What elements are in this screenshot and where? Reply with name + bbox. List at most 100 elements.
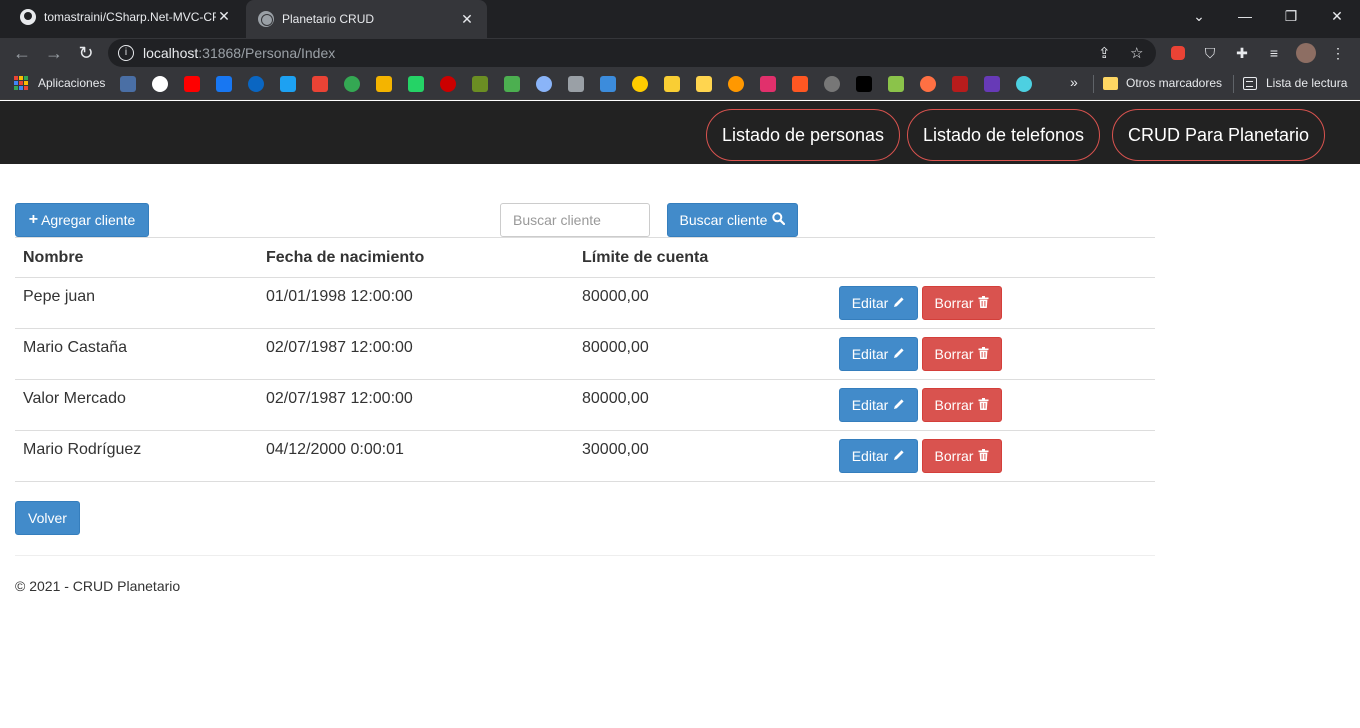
edit-label: Editar <box>851 295 889 311</box>
nav-listado-personas[interactable]: Listado de personas <box>706 109 900 161</box>
plus-icon: + <box>28 211 39 228</box>
site-info-icon[interactable]: i <box>118 45 134 61</box>
edit-button[interactable]: Editar <box>839 388 918 422</box>
pencil-icon <box>893 449 905 464</box>
bookmark-favicon-icon[interactable] <box>152 76 168 92</box>
delete-button[interactable]: Borrar <box>922 439 1002 473</box>
minimize-window-icon[interactable]: — <box>1222 0 1268 32</box>
browser-toolbar: ← → ↻ i localhost:31868/Persona/Index ⇪ … <box>0 38 1360 68</box>
bookmark-favicon-icon[interactable] <box>792 76 808 92</box>
bookmark-favicon-icon[interactable] <box>344 76 360 92</box>
profile-avatar[interactable] <box>1296 43 1316 63</box>
close-window-icon[interactable]: ✕ <box>1314 0 1360 32</box>
edit-button[interactable]: Editar <box>839 337 918 371</box>
cell-limite: 80000,00 <box>582 390 649 407</box>
bookmark-favicon-icon[interactable] <box>664 76 680 92</box>
restore-window-icon[interactable]: ❐ <box>1268 0 1314 32</box>
bookmark-favicon-icon[interactable] <box>696 76 712 92</box>
reload-icon[interactable]: ↻ <box>74 41 98 65</box>
delete-label: Borrar <box>934 448 974 464</box>
bookmark-favicon-icon[interactable] <box>888 76 904 92</box>
back-arrow-icon[interactable]: ← <box>10 41 34 65</box>
browser-tab-github[interactable]: tomastraini/CSharp.Net-MVC-CR ✕ <box>8 0 244 33</box>
browser-tab-planetario[interactable]: Planetario CRUD ✕ <box>246 0 487 38</box>
delete-label: Borrar <box>934 397 974 413</box>
bookmark-favicon-icon[interactable] <box>376 76 392 92</box>
bookmark-favicon-icon[interactable] <box>984 76 1000 92</box>
cell-nombre: Mario Rodríguez <box>23 441 142 458</box>
bookmark-favicon-icon[interactable] <box>632 76 648 92</box>
bookmark-favicon-icon[interactable] <box>728 76 744 92</box>
search-client-button[interactable]: Buscar cliente <box>667 203 798 237</box>
address-bar[interactable]: i localhost:31868/Persona/Index ⇪ ☆ <box>108 39 1156 67</box>
bookmark-favicon-icon[interactable] <box>280 76 296 92</box>
extensions-puzzle-icon[interactable]: ✚ <box>1232 43 1252 63</box>
table-header-row: Nombre Fecha de nacimiento Límite de cue… <box>15 238 1155 278</box>
bookmark-star-icon[interactable]: ☆ <box>1130 44 1143 62</box>
apps-label: Aplicaciones <box>38 76 106 90</box>
bookmark-favicon-icon[interactable] <box>824 76 840 92</box>
delete-label: Borrar <box>934 295 974 311</box>
search-icon <box>772 212 786 228</box>
column-header-limite: Límite de cuenta <box>582 249 709 266</box>
forward-arrow-icon[interactable]: → <box>42 41 66 65</box>
url-path: :31868/Persona/Index <box>198 45 336 61</box>
bookmark-favicon-icon[interactable] <box>248 76 264 92</box>
delete-button[interactable]: Borrar <box>922 337 1002 371</box>
trash-icon <box>978 448 989 464</box>
trash-icon <box>978 397 989 413</box>
bookmark-favicon-icon[interactable] <box>760 76 776 92</box>
browser-menu-icon[interactable]: ⋮ <box>1328 43 1348 63</box>
nav-crud-planetario[interactable]: CRUD Para Planetario <box>1112 109 1325 161</box>
site-navbar: Listado de personas Listado de telefonos… <box>0 101 1360 164</box>
bookmark-separator <box>1093 75 1094 93</box>
nav-listado-telefonos[interactable]: Listado de telefonos <box>907 109 1100 161</box>
bookmark-favicon-icon[interactable] <box>440 76 456 92</box>
search-client-label: Buscar cliente <box>679 212 768 228</box>
media-control-icon[interactable]: ≡ <box>1264 43 1284 63</box>
bookmark-favicon-icon[interactable] <box>408 76 424 92</box>
bookmark-favicon-icon[interactable] <box>312 76 328 92</box>
tab-title: Planetario CRUD <box>282 12 375 26</box>
bookmark-favicon-icon[interactable] <box>856 76 872 92</box>
pencil-icon <box>893 347 905 362</box>
bookmark-favicon-icon[interactable] <box>216 76 232 92</box>
table-row: Mario Rodríguez 04/12/2000 0:00:01 30000,0… <box>15 431 1155 482</box>
cell-nombre: Mario Castaña <box>23 339 128 356</box>
extension-lock-icon[interactable] <box>1168 43 1188 63</box>
more-bookmarks-chevron-icon[interactable]: » <box>1070 74 1078 90</box>
extension-shield-icon[interactable]: ⛉ <box>1200 43 1220 63</box>
tab-search-chevron-icon[interactable]: ⌄ <box>1176 0 1222 32</box>
cell-fecha: 04/12/2000 0:00:01 <box>266 441 404 458</box>
close-tab-icon[interactable]: ✕ <box>459 11 475 28</box>
share-icon[interactable]: ⇪ <box>1098 44 1111 62</box>
bookmark-other-folder[interactable]: Otros marcadores <box>1103 76 1222 90</box>
close-tab-icon[interactable]: ✕ <box>216 8 232 25</box>
search-client-input[interactable] <box>500 203 650 237</box>
reading-list[interactable]: Lista de lectura <box>1243 76 1347 90</box>
back-button[interactable]: Volver <box>15 501 80 535</box>
bookmark-favicon-icon[interactable] <box>472 76 488 92</box>
edit-button[interactable]: Editar <box>839 286 918 320</box>
pencil-icon <box>893 296 905 311</box>
delete-button[interactable]: Borrar <box>922 286 1002 320</box>
url-text: localhost:31868/Persona/Index <box>143 45 335 61</box>
bookmark-favicon-icon[interactable] <box>1016 76 1032 92</box>
cell-fecha: 02/07/1987 12:00:00 <box>266 339 413 356</box>
bookmark-favicon-icon[interactable] <box>600 76 616 92</box>
footer-text: © 2021 - CRUD Planetario <box>15 578 181 594</box>
bookmark-favicon-icon[interactable] <box>184 76 200 92</box>
bookmark-favicon-icon[interactable] <box>504 76 520 92</box>
bookmark-favicon-icon[interactable] <box>952 76 968 92</box>
edit-button[interactable]: Editar <box>839 439 918 473</box>
bookmark-favicon-icon[interactable] <box>120 76 136 92</box>
bookmark-apps[interactable]: Aplicaciones <box>14 76 105 90</box>
delete-button[interactable]: Borrar <box>922 388 1002 422</box>
add-client-button[interactable]: + Agregar cliente <box>15 203 149 237</box>
cell-nombre: Pepe juan <box>23 288 96 305</box>
bookmark-favicon-icon[interactable] <box>920 76 936 92</box>
bookmark-favicon-icon[interactable] <box>568 76 584 92</box>
pencil-icon <box>893 398 905 413</box>
url-host: localhost <box>143 45 199 61</box>
bookmark-favicon-icon[interactable] <box>536 76 552 92</box>
